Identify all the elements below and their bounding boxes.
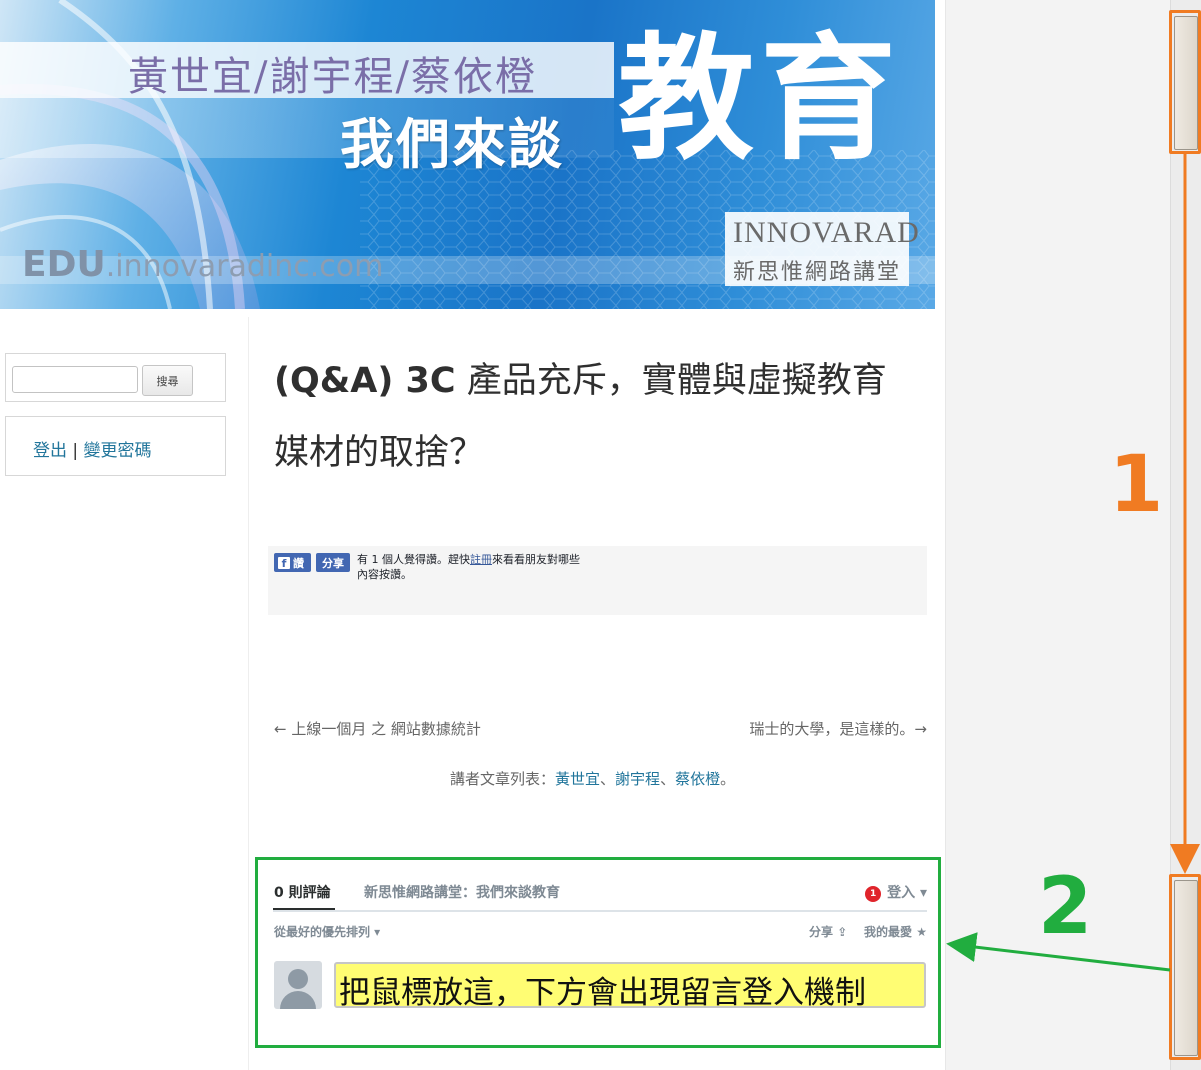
facebook-like-label: 讚	[293, 556, 304, 570]
account-widget: 登出 | 變更密碼	[5, 416, 226, 476]
logo-tagline: 新思惟網路講堂	[733, 260, 902, 285]
annotation-label-2: 2	[1038, 862, 1093, 952]
previous-post-link[interactable]: ← 上線一個月 之 網站數據統計	[274, 718, 481, 739]
account-links: 登出 | 變更密碼	[33, 436, 152, 461]
post-title: (Q&A) 3C 產品充斥，實體與虛擬教育媒材的取捨？	[274, 345, 914, 489]
link-separator: |	[72, 441, 79, 461]
post-title-latin: (Q&A) 3C	[274, 361, 456, 401]
banner-url-domain: .innovaradinc.com	[105, 249, 384, 284]
author-list-prefix: 講者文章列表：	[450, 770, 556, 788]
search-input[interactable]	[12, 366, 138, 393]
orange-highlight-top	[1169, 10, 1201, 154]
banner-url-prefix: EDU	[22, 244, 106, 285]
facebook-like-text: 有 1 個人覺得讚。趕快註冊來看看朋友對哪些內容按讚。	[357, 552, 587, 582]
facebook-icon: f	[278, 556, 290, 570]
site-banner[interactable]: 黃世宜/謝宇程/蔡依橙 我們來談 教育 EDU.innovaradinc.com…	[0, 0, 935, 309]
facebook-like-button[interactable]: f讚	[274, 553, 311, 572]
next-post-link[interactable]: 瑞士的大學，是這樣的。→	[749, 718, 927, 739]
page: 黃世宜/謝宇程/蔡依橙 我們來談 教育 EDU.innovaradinc.com…	[0, 0, 1201, 1070]
search-button[interactable]: 搜尋	[142, 365, 193, 396]
logo-wordmark: INNOVARAD	[733, 216, 920, 249]
author-link-1[interactable]: 黃世宜	[555, 770, 600, 788]
author-list: 講者文章列表：黃世宜、謝宇程、蔡依橙。	[450, 768, 735, 789]
author-sep-1: 、	[600, 770, 616, 788]
innovarad-logo: INNOVARAD 新思惟網路講堂	[725, 212, 919, 286]
change-password-link[interactable]: 變更密碼	[84, 441, 152, 461]
author-list-suffix: 。	[720, 770, 736, 788]
banner-names-band: 黃世宜/謝宇程/蔡依橙	[0, 42, 614, 100]
logout-link[interactable]: 登出	[33, 441, 67, 461]
banner-title: 教育	[618, 21, 902, 179]
search-widget: 搜尋	[5, 353, 226, 402]
annotation-label-1: 1	[1109, 440, 1164, 530]
facebook-like-widget: f讚 分享 有 1 個人覺得讚。趕快註冊來看看朋友對哪些內容按讚。	[268, 546, 927, 615]
banner-url: EDU.innovaradinc.com	[22, 244, 383, 285]
author-link-3[interactable]: 蔡依橙	[675, 770, 720, 788]
banner-subtitle: 我們來談	[340, 113, 564, 176]
facebook-text-before: 有 1 個人覺得讚。趕快	[357, 553, 470, 566]
facebook-share-button[interactable]: 分享	[316, 553, 350, 572]
author-sep-2: 、	[660, 770, 676, 788]
orange-highlight-bottom	[1169, 874, 1201, 1060]
facebook-signup-link[interactable]: 註冊	[470, 553, 492, 566]
author-link-2[interactable]: 謝宇程	[615, 770, 660, 788]
banner-author-names: 黃世宜/謝宇程/蔡依橙	[128, 54, 537, 100]
comment-area-highlight	[255, 857, 941, 1048]
sidebar-divider	[248, 317, 249, 1070]
